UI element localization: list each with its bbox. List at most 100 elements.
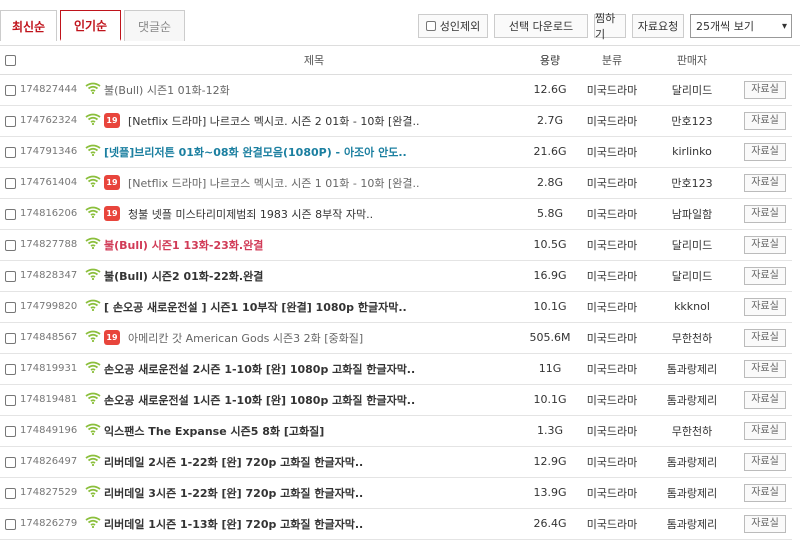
archive-button[interactable]: 자료실	[744, 142, 786, 161]
row-seller[interactable]: 톰과랑제리	[648, 508, 736, 539]
row-category: 미국드라마	[586, 269, 638, 283]
row-title-link[interactable]: 아메리칸 갓 American Gods 시즌3 2화 [중화질]	[128, 332, 363, 345]
tab-comments[interactable]: 댓글순	[124, 10, 185, 41]
row-category: 미국드라마	[586, 114, 638, 128]
row-title-link[interactable]: [Netflix 드라마] 나르코스 멕시코. 시즌 2 01화 - 10화 […	[128, 115, 420, 128]
row-seller[interactable]: 톰과랑제리	[648, 353, 736, 384]
archive-button[interactable]: 자료실	[744, 297, 786, 316]
adult-exclude-toggle[interactable]: 성인제외	[418, 14, 488, 38]
row-checkbox[interactable]	[4, 208, 16, 220]
table-row[interactable]: 174827444 불(Bull) 시즌1 01화-12화 12.6G 미국드라마 달리…	[0, 74, 792, 105]
row-seller[interactable]: 톰과랑제리	[648, 446, 736, 477]
row-title-link[interactable]: 익스팬스 The Expanse 시즌5 8화 [고화질]	[104, 425, 324, 438]
column-seller[interactable]: 판매자	[648, 46, 736, 75]
table-row[interactable]: 174819931 손오공 새로운전설 2시즌 1-10화 [완] 1080p 고…	[0, 353, 792, 384]
select-all-checkbox[interactable]	[4, 54, 16, 66]
row-checkbox[interactable]	[4, 301, 16, 313]
row-checkbox[interactable]	[4, 487, 16, 499]
row-title-link[interactable]: 불(Bull) 시즌1 01화-12화	[104, 84, 230, 97]
row-checkbox[interactable]	[4, 270, 16, 282]
row-seller[interactable]: 무한천하	[648, 415, 736, 446]
archive-button[interactable]: 자료실	[744, 483, 786, 502]
row-checkbox[interactable]	[4, 84, 16, 96]
wishlist-button[interactable]: 찜하기	[594, 12, 626, 41]
row-seller[interactable]: 무한천하	[648, 322, 736, 353]
request-button[interactable]: 자료요청	[632, 14, 684, 38]
row-seller[interactable]: 만호123	[648, 105, 736, 136]
archive-button[interactable]: 자료실	[744, 266, 786, 285]
archive-button[interactable]: 자료실	[744, 111, 786, 130]
column-category[interactable]: 분류	[576, 46, 648, 75]
table-row[interactable]: 174826497 리버데일 2시즌 1-22화 [완] 720p 고화질 한글자…	[0, 446, 792, 477]
row-seller[interactable]: 달리미드	[648, 74, 736, 105]
row-title-link[interactable]: 리버데일 3시즌 1-22화 [완] 720p 고화질 한글자막..	[104, 487, 363, 500]
archive-button[interactable]: 자료실	[744, 390, 786, 409]
row-title-link[interactable]: 손오공 새로운전설 2시즌 1-10화 [완] 1080p 고화질 한글자막..	[104, 363, 415, 376]
table-row[interactable]: 174791346 [넷플]브리저튼 01화~08화 완결모음(1080P) - …	[0, 136, 792, 167]
column-size[interactable]: 용량	[524, 46, 576, 75]
row-seller[interactable]: 톰과랑제리	[648, 384, 736, 415]
row-category: 미국드라마	[586, 300, 638, 314]
wifi-icon	[85, 144, 101, 159]
row-title-link[interactable]: 불(Bull) 시즌2 01화-22화.완결	[104, 270, 263, 283]
archive-button[interactable]: 자료실	[744, 421, 786, 440]
row-checkbox[interactable]	[4, 177, 16, 189]
table-row[interactable]: 174799820 [ 손오공 새로운전설 ] 시즌1 10부작 [완결] 108…	[0, 291, 792, 322]
column-title[interactable]: 제목	[104, 46, 524, 75]
row-title-link[interactable]: 리버데일 2시즌 1-22화 [완] 720p 고화질 한글자막..	[104, 456, 363, 469]
table-row[interactable]: 174826279 리버데일 1시즌 1-13화 [완] 720p 고화질 한글자…	[0, 508, 792, 539]
row-title-link[interactable]: 손오공 새로운전설 1시즌 1-10화 [완] 1080p 고화질 한글자막..	[104, 394, 415, 407]
row-title-link[interactable]: 청불 넷플 미스타리미제범죄 1983 시즌 8부작 자막..	[128, 208, 373, 221]
row-title-link[interactable]: [넷플]브리저튼 01화~08화 완결모음(1080P) - 아조아 안도..	[104, 146, 407, 159]
row-checkbox[interactable]	[4, 394, 16, 406]
row-seller[interactable]: 남파일함	[648, 198, 736, 229]
table-row[interactable]: 174827529 리버데일 3시즌 1-22화 [완] 720p 고화질 한글자…	[0, 477, 792, 508]
row-number: 174848567	[20, 332, 78, 343]
row-title-link[interactable]: [Netflix 드라마] 나르코스 멕시코. 시즌 1 01화 - 10화 […	[128, 177, 420, 190]
row-title-link[interactable]: 불(Bull) 시즌1 13화-23화.완결	[104, 239, 263, 252]
table-row[interactable]: 174848567 19 아메리칸 갓 American Gods 시즌3 2화 […	[0, 322, 792, 353]
row-checkbox[interactable]	[4, 146, 16, 158]
row-size: 1.3G	[536, 424, 564, 437]
tab-latest[interactable]: 최신순	[0, 10, 57, 41]
row-seller[interactable]: 달리미드	[648, 260, 736, 291]
page-size-select[interactable]: 25개씩 보기 ▾	[690, 14, 792, 38]
table-row[interactable]: 174761404 19 [Netflix 드라마] 나르코스 멕시코. 시즌 1 …	[0, 167, 792, 198]
row-checkbox[interactable]	[4, 332, 16, 344]
row-checkbox[interactable]	[4, 518, 16, 530]
adult-exclude-checkbox[interactable]	[425, 21, 436, 31]
row-seller[interactable]: kirlinko	[648, 136, 736, 167]
archive-button[interactable]: 자료실	[744, 514, 786, 533]
row-title-link[interactable]: 리버데일 1시즌 1-13화 [완] 720p 고화질 한글자막..	[104, 518, 363, 531]
row-checkbox[interactable]	[4, 363, 16, 375]
archive-button[interactable]: 자료실	[744, 204, 786, 223]
row-seller[interactable]: 톰과랑제리	[648, 477, 736, 508]
row-checkbox[interactable]	[4, 115, 16, 127]
row-title-link[interactable]: [ 손오공 새로운전설 ] 시즌1 10부작 [완결] 1080p 한글자막..	[104, 301, 407, 314]
row-checkbox[interactable]	[4, 425, 16, 437]
archive-button[interactable]: 자료실	[744, 452, 786, 471]
tab-popular[interactable]: 인기순	[60, 10, 121, 41]
download-selected-button[interactable]: 선택 다운로드	[494, 14, 588, 38]
row-category: 미국드라마	[586, 83, 638, 97]
wifi-icon	[85, 113, 101, 128]
row-checkbox[interactable]	[4, 239, 16, 251]
table-row[interactable]: 174816206 19 청불 넷플 미스타리미제범죄 1983 시즌 8부작 자막…	[0, 198, 792, 229]
table-row[interactable]: 174828347 불(Bull) 시즌2 01화-22화.완결 16.9G 미국드라…	[0, 260, 792, 291]
age-19-badge: 19	[104, 113, 120, 128]
table-row[interactable]: 174849196 익스팬스 The Expanse 시즌5 8화 [고화질] 1.…	[0, 415, 792, 446]
table-row[interactable]: 174762324 19 [Netflix 드라마] 나르코스 멕시코. 시즌 2 …	[0, 105, 792, 136]
table-row[interactable]: 174827788 불(Bull) 시즌1 13화-23화.완결 10.5G 미국드라…	[0, 229, 792, 260]
table-row[interactable]: 174819481 손오공 새로운전설 1시즌 1-10화 [완] 1080p 고…	[0, 384, 792, 415]
row-seller[interactable]: 달리미드	[648, 229, 736, 260]
archive-button[interactable]: 자료실	[744, 173, 786, 192]
row-size: 12.6G	[533, 83, 567, 96]
row-checkbox[interactable]	[4, 456, 16, 468]
archive-button[interactable]: 자료실	[744, 235, 786, 254]
archive-button[interactable]: 자료실	[744, 80, 786, 99]
adult-exclude-label: 성인제외	[439, 20, 481, 33]
archive-button[interactable]: 자료실	[744, 359, 786, 378]
row-seller[interactable]: kkknol	[648, 291, 736, 322]
archive-button[interactable]: 자료실	[744, 328, 786, 347]
row-seller[interactable]: 만호123	[648, 167, 736, 198]
